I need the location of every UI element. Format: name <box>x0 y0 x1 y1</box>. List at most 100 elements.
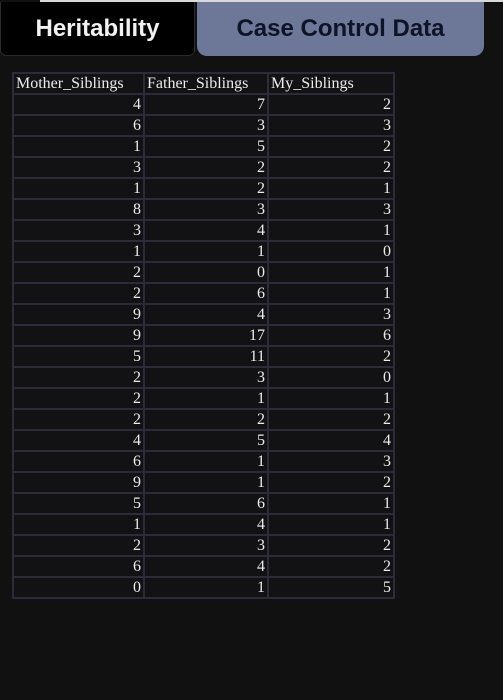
cell-mother-siblings[interactable]: 2 <box>12 366 145 389</box>
cell-mother-siblings[interactable]: 1 <box>12 513 145 536</box>
tab-heritability[interactable]: Heritability <box>0 2 195 56</box>
column-header-mother-siblings[interactable]: Mother_Siblings <box>12 72 145 95</box>
cell-my-siblings[interactable]: 4 <box>267 429 395 452</box>
cell-my-siblings[interactable]: 3 <box>267 114 395 137</box>
cell-my-siblings[interactable]: 3 <box>267 450 395 473</box>
cell-father-siblings[interactable]: 2 <box>143 177 269 200</box>
cell-mother-siblings[interactable]: 1 <box>12 240 145 263</box>
cell-my-siblings[interactable]: 2 <box>267 156 395 179</box>
cell-my-siblings[interactable]: 3 <box>267 198 395 221</box>
cell-father-siblings[interactable]: 1 <box>143 240 269 263</box>
cell-my-siblings[interactable]: 3 <box>267 303 395 326</box>
cell-father-siblings[interactable]: 17 <box>143 324 269 347</box>
cell-my-siblings[interactable]: 2 <box>267 345 395 368</box>
cell-father-siblings[interactable]: 3 <box>143 114 269 137</box>
cell-mother-siblings[interactable]: 2 <box>12 534 145 557</box>
cell-my-siblings[interactable]: 2 <box>267 93 395 116</box>
cell-mother-siblings[interactable]: 9 <box>12 471 145 494</box>
cell-father-siblings[interactable]: 7 <box>143 93 269 116</box>
cell-father-siblings[interactable]: 11 <box>143 345 269 368</box>
cell-my-siblings[interactable]: 2 <box>267 135 395 158</box>
cell-mother-siblings[interactable]: 5 <box>12 345 145 368</box>
table-row: 261 <box>12 282 395 305</box>
table-row: 5 11 2 <box>12 345 395 368</box>
cell-father-siblings[interactable]: 3 <box>143 198 269 221</box>
table-row: 633 <box>12 114 395 137</box>
cell-father-siblings[interactable]: 6 <box>143 282 269 305</box>
cell-my-siblings[interactable]: 6 <box>267 324 395 347</box>
cell-my-siblings[interactable]: 2 <box>267 408 395 431</box>
cell-mother-siblings[interactable]: 3 <box>12 219 145 242</box>
cell-mother-siblings[interactable]: 0 <box>12 576 145 599</box>
cell-father-siblings[interactable]: 2 <box>143 156 269 179</box>
table-body: 4 7 2 6 3 3 1 5 2 3 2 2 1 2 1 8 3 3 3 4 1 1 1 0 2 0 1 2 6 1 9 4 3 9 17 6 5 11… <box>12 93 395 599</box>
cell-father-siblings[interactable]: 4 <box>143 219 269 242</box>
cell-my-siblings[interactable]: 2 <box>267 471 395 494</box>
cell-my-siblings[interactable]: 1 <box>267 261 395 284</box>
cell-mother-siblings[interactable]: 6 <box>12 450 145 473</box>
cell-mother-siblings[interactable]: 1 <box>12 135 145 158</box>
cell-my-siblings[interactable]: 5 <box>267 576 395 599</box>
cell-mother-siblings[interactable]: 6 <box>12 114 145 137</box>
table-row: 912 <box>12 471 395 494</box>
cell-mother-siblings[interactable]: 9 <box>12 303 145 326</box>
column-header-my-siblings[interactable]: My_Siblings <box>267 72 395 95</box>
cell-mother-siblings[interactable]: 4 <box>12 429 145 452</box>
table-row: 642 <box>12 555 395 578</box>
table-row: 561 <box>12 492 395 515</box>
cell-my-siblings[interactable]: 2 <box>267 555 395 578</box>
tab-bar: Heritability Case Control Data <box>0 0 503 58</box>
cell-father-siblings[interactable]: 3 <box>143 366 269 389</box>
cell-my-siblings[interactable]: 1 <box>267 282 395 305</box>
table-row: 222 <box>12 408 395 431</box>
cell-father-siblings[interactable]: 4 <box>143 513 269 536</box>
cell-father-siblings[interactable]: 0 <box>143 261 269 284</box>
cell-mother-siblings[interactable]: 3 <box>12 156 145 179</box>
cell-my-siblings[interactable]: 0 <box>267 366 395 389</box>
cell-my-siblings[interactable]: 1 <box>267 513 395 536</box>
cell-father-siblings[interactable]: 1 <box>143 576 269 599</box>
table-header-row: Mother_Siblings Father_Siblings My_Sibli… <box>12 72 395 95</box>
table-row: 341 <box>12 219 395 242</box>
cell-father-siblings[interactable]: 5 <box>143 429 269 452</box>
cell-father-siblings[interactable]: 5 <box>143 135 269 158</box>
cell-father-siblings[interactable]: 4 <box>143 303 269 326</box>
cell-mother-siblings[interactable]: 2 <box>12 282 145 305</box>
cell-my-siblings[interactable]: 1 <box>267 492 395 515</box>
cell-mother-siblings[interactable]: 2 <box>12 387 145 410</box>
cell-mother-siblings[interactable]: 2 <box>12 408 145 431</box>
table-row: 121 <box>12 177 395 200</box>
cell-father-siblings[interactable]: 6 <box>143 492 269 515</box>
table-row: 230 <box>12 366 395 389</box>
cell-mother-siblings[interactable]: 8 <box>12 198 145 221</box>
cell-my-siblings[interactable]: 2 <box>267 534 395 557</box>
cell-father-siblings[interactable]: 1 <box>143 471 269 494</box>
table-row: 322 <box>12 156 395 179</box>
table-row: 9 17 6 <box>12 324 395 347</box>
cell-mother-siblings[interactable]: 9 <box>12 324 145 347</box>
cell-my-siblings[interactable]: 1 <box>267 177 395 200</box>
cell-my-siblings[interactable]: 1 <box>267 387 395 410</box>
cell-father-siblings[interactable]: 4 <box>143 555 269 578</box>
cell-mother-siblings[interactable]: 6 <box>12 555 145 578</box>
tab-case-control-data[interactable]: Case Control Data <box>197 2 484 56</box>
cell-my-siblings[interactable]: 1 <box>267 219 395 242</box>
table-row: 110 <box>12 240 395 263</box>
table-row: 015 <box>12 576 395 599</box>
cell-father-siblings[interactable]: 2 <box>143 408 269 431</box>
cell-mother-siblings[interactable]: 4 <box>12 93 145 116</box>
cell-mother-siblings[interactable]: 5 <box>12 492 145 515</box>
table-row: 613 <box>12 450 395 473</box>
table-row: 211 <box>12 387 395 410</box>
cell-father-siblings[interactable]: 3 <box>143 534 269 557</box>
column-header-father-siblings[interactable]: Father_Siblings <box>143 72 269 95</box>
table-row: 152 <box>12 135 395 158</box>
siblings-data-table: Mother_Siblings Father_Siblings My_Sibli… <box>12 72 395 599</box>
cell-father-siblings[interactable]: 1 <box>143 387 269 410</box>
cell-mother-siblings[interactable]: 1 <box>12 177 145 200</box>
cell-father-siblings[interactable]: 1 <box>143 450 269 473</box>
cell-mother-siblings[interactable]: 2 <box>12 261 145 284</box>
cell-my-siblings[interactable]: 0 <box>267 240 395 263</box>
table-row: 141 <box>12 513 395 536</box>
table-row: 454 <box>12 429 395 452</box>
